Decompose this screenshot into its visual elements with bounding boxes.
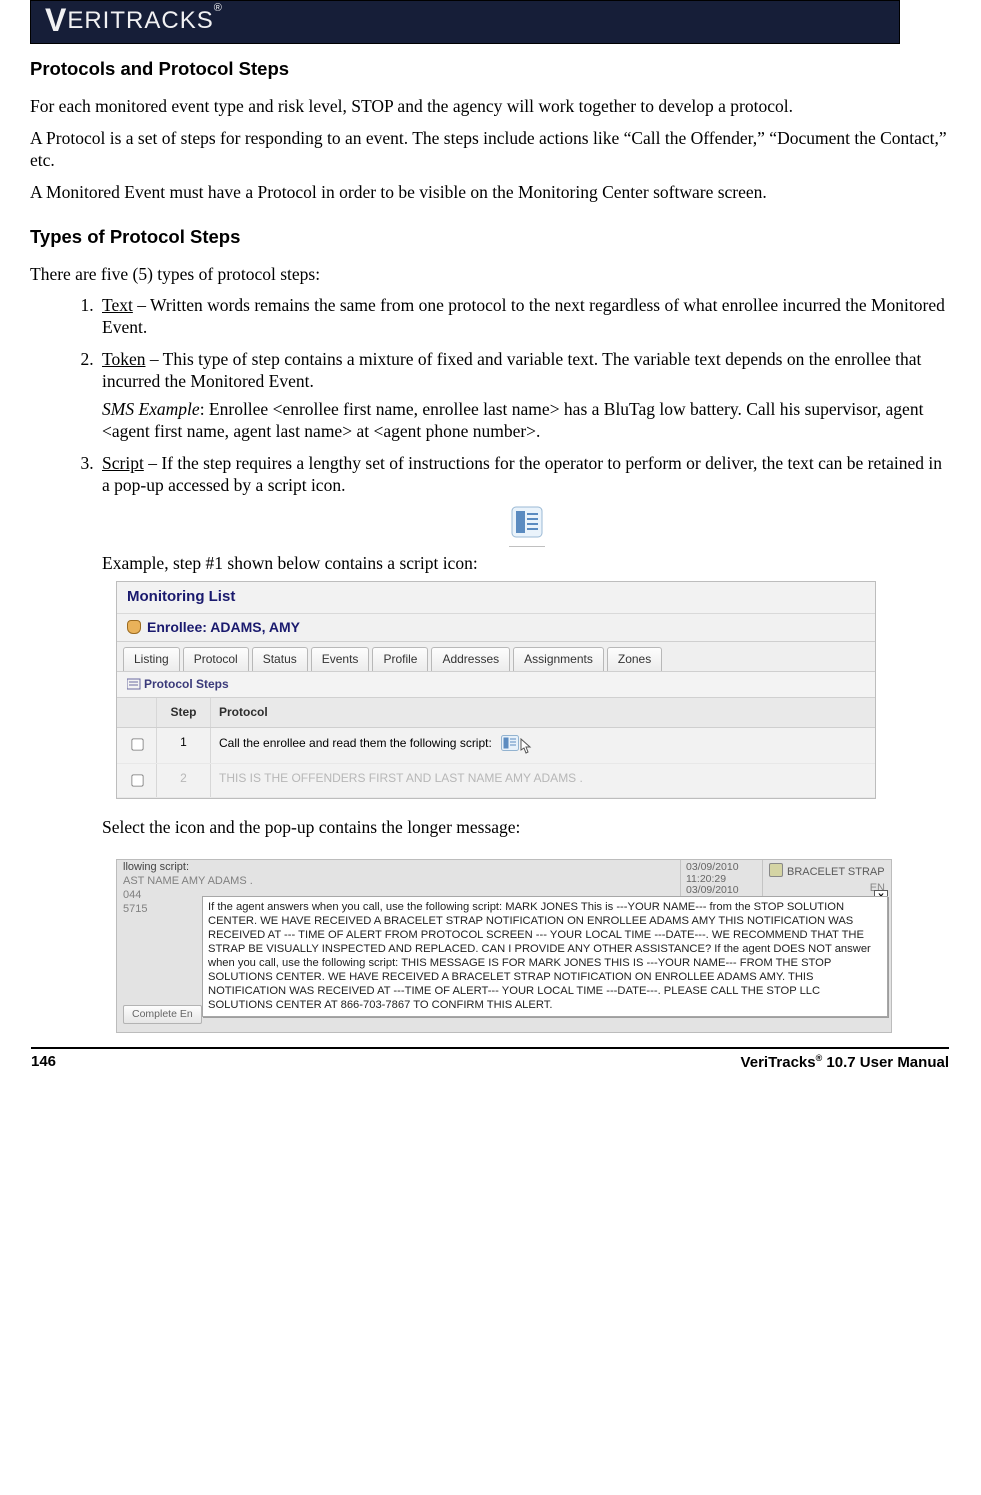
step-type-label: Token <box>102 349 146 369</box>
step-type-text: – If the step requires a lengthy set of … <box>102 453 942 495</box>
body-text: There are five (5) types of protocol ste… <box>30 264 951 286</box>
paragraph: A Monitored Event must have a Protocol i… <box>30 182 951 204</box>
step-type-label: Text <box>102 295 133 315</box>
logo: VERITRACKS® <box>45 2 223 39</box>
protocol-text: Call the enrollee and read them the foll… <box>211 728 875 763</box>
app-header: VERITRACKS® <box>30 0 900 44</box>
list-item: Token – This type of step contains a mix… <box>98 349 951 443</box>
paragraph: For each monitored event type and risk l… <box>30 96 951 118</box>
person-icon <box>127 620 141 634</box>
script-icon-figure <box>102 506 951 547</box>
protocol-steps-subheader: Protocol Steps <box>117 672 875 698</box>
row-checkbox[interactable] <box>131 739 143 751</box>
event-icon <box>769 863 783 877</box>
col-step: Step <box>157 698 211 727</box>
script-popup: If the agent answers when you call, use … <box>202 896 888 1017</box>
step-type-text: – Written words remains the same from on… <box>102 295 945 337</box>
tab-protocol[interactable]: Protocol <box>183 647 249 671</box>
tab-addresses[interactable]: Addresses <box>431 647 510 671</box>
footer-divider <box>31 1047 949 1049</box>
complete-button[interactable]: Complete En <box>123 1005 202 1024</box>
body-text: For each monitored event type and risk l… <box>30 96 951 204</box>
section-title-protocols: Protocols and Protocol Steps <box>30 58 951 80</box>
table-row: 1 Call the enrollee and read them the fo… <box>117 728 875 764</box>
col-protocol: Protocol <box>211 698 875 727</box>
sms-example: SMS Example: Enrollee <enrollee first na… <box>102 399 951 443</box>
table-row: 2 THIS IS THE OFFENDERS FIRST AND LAST N… <box>117 764 875 798</box>
paragraph: A Protocol is a set of steps for respond… <box>30 128 951 172</box>
list-item: Text – Written words remains the same fr… <box>98 295 951 339</box>
paragraph: Select the icon and the pop-up contains … <box>102 817 951 839</box>
protocol-step-types-list: Text – Written words remains the same fr… <box>30 295 951 1033</box>
monitoring-list-screenshot: Monitoring List Enrollee: ADAMS, AMY Lis… <box>116 581 876 799</box>
section-title-types: Types of Protocol Steps <box>30 226 951 248</box>
step-type-label: Script <box>102 453 144 473</box>
tab-profile[interactable]: Profile <box>372 647 428 671</box>
tab-status[interactable]: Status <box>252 647 308 671</box>
tab-assignments[interactable]: Assignments <box>513 647 604 671</box>
tab-zones[interactable]: Zones <box>607 647 662 671</box>
page-number: 146 <box>31 1053 56 1071</box>
list-item: Script – If the step requires a lengthy … <box>98 453 951 1034</box>
cursor-icon <box>517 738 533 756</box>
enrollee-header: Enrollee: ADAMS, AMY <box>117 614 875 643</box>
tab-events[interactable]: Events <box>311 647 370 671</box>
row-checkbox[interactable] <box>131 775 143 787</box>
step-number: 1 <box>157 728 211 763</box>
footer-title: VeriTracks® 10.7 User Manual <box>741 1053 949 1071</box>
button-row: Complete En <box>117 1001 208 1028</box>
page-footer: 146 VeriTracks® 10.7 User Manual <box>31 1053 949 1071</box>
paragraph: There are five (5) types of protocol ste… <box>30 264 951 286</box>
steps-icon <box>127 678 141 690</box>
tab-listing[interactable]: Listing <box>123 647 180 671</box>
protocol-text: THIS IS THE OFFENDERS FIRST AND LAST NAM… <box>211 764 875 797</box>
tab-bar: Listing Protocol Status Events Profile A… <box>117 642 875 672</box>
table-header: Step Protocol <box>117 698 875 728</box>
panel-title: Monitoring List <box>117 582 875 614</box>
step-number: 2 <box>157 764 211 797</box>
script-popup-screenshot: llowing script: AST NAME AMY ADAMS . 044… <box>116 859 892 1033</box>
paragraph: Example, step #1 shown below contains a … <box>102 553 951 575</box>
step-type-text: – This type of step contains a mixture o… <box>102 349 921 391</box>
script-icon <box>511 506 543 538</box>
